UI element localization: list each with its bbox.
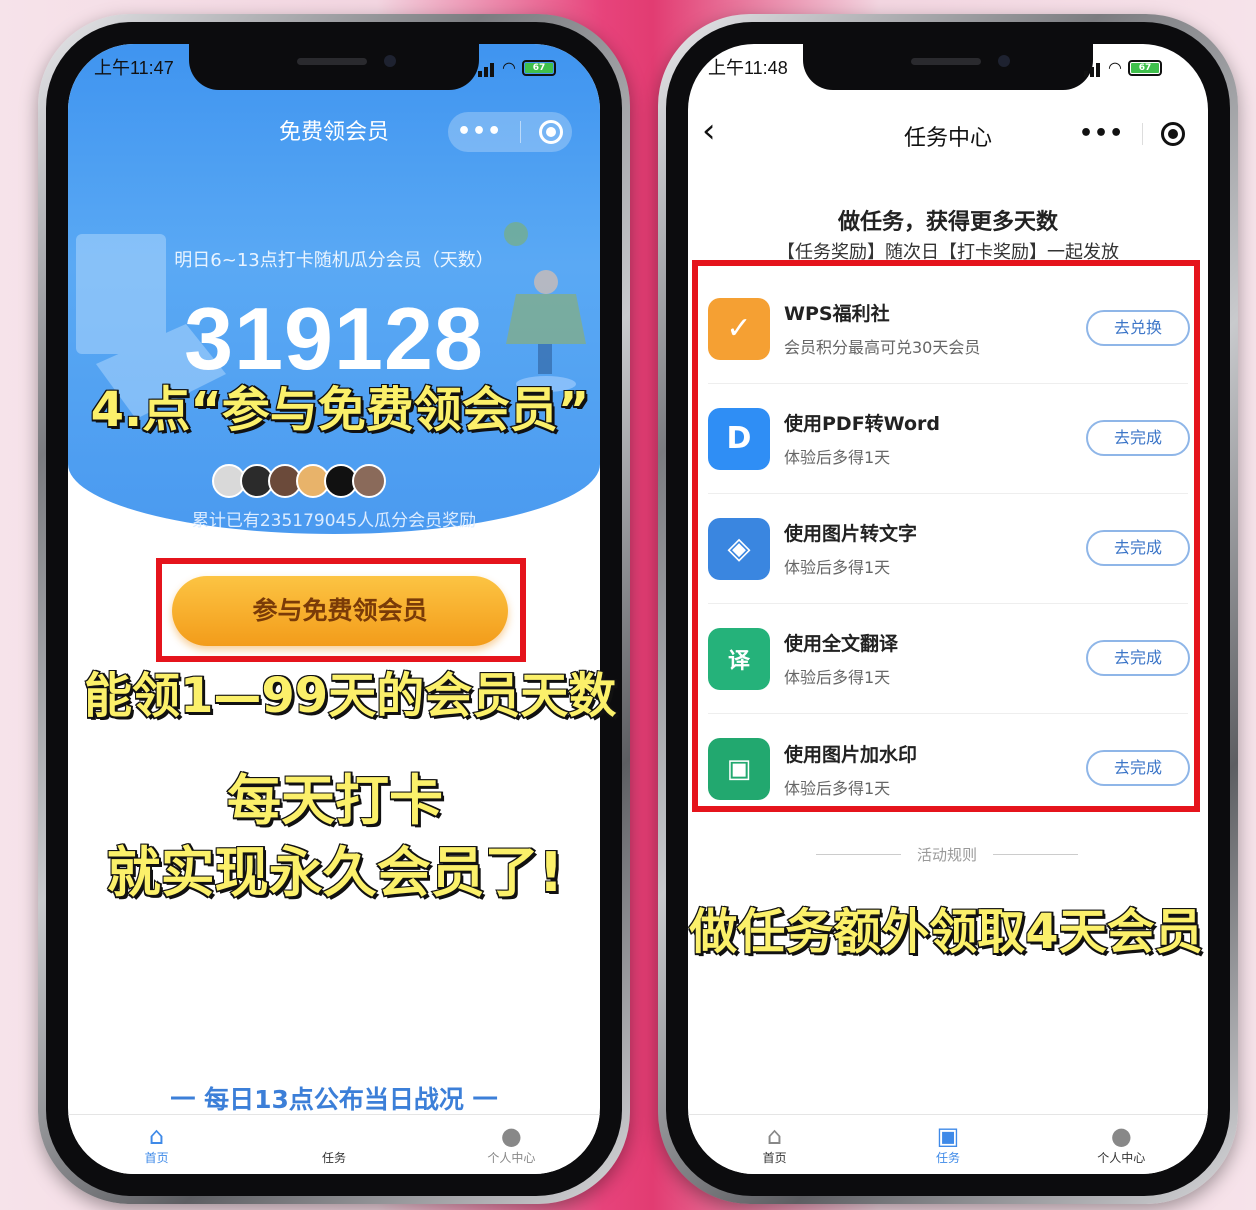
tab-home[interactable]: ⌂ 首页 (69, 1115, 245, 1174)
left-notch (189, 44, 479, 90)
wifi-icon: ◠ (502, 58, 516, 77)
watermark-icon: ▣ (708, 738, 770, 800)
task-item-pdf: D 使用PDF转Word 体验后多得1天 去完成 (708, 384, 1190, 494)
caption-days: 能领1—99天的会员天数 (83, 667, 617, 725)
home-icon: ⌂ (149, 1122, 165, 1150)
tab-task[interactable]: ▣ 任务 (862, 1115, 1034, 1174)
right-tab-bar: ⌂ 首页 ▣ 任务 ● 个人中心 (688, 1114, 1208, 1174)
calendar-check-icon: ▣ (936, 1122, 960, 1150)
rules-divider: 活动规则 (816, 844, 1079, 865)
pdf-word-icon: D (708, 407, 770, 470)
task-item-translate: 译 使用全文翻译 体验后多得1天 去完成 (708, 604, 1190, 714)
tab-home-label: 首页 (144, 1151, 169, 1165)
tab-profile-label: 个人中心 (487, 1151, 536, 1165)
tab-profile[interactable]: ● 个人中心 (424, 1115, 600, 1174)
join-button-label: 参与免费领会员 (252, 596, 428, 625)
mini-program-capsule[interactable]: ••• (448, 112, 572, 152)
avatar (352, 464, 386, 498)
tab-task-label: 任务 (321, 1151, 346, 1165)
more-icon[interactable]: ••• (1079, 123, 1124, 145)
checkin-notice: 明日6~13点打卡随机瓜分会员（天数） (174, 250, 494, 271)
task-item-watermark: ▣ 使用图片加水印 体验后多得1天 去完成 (708, 714, 1190, 824)
right-status-icons: ◠ 67 (1084, 58, 1162, 77)
task-subtitle: 体验后多得1天 (784, 778, 891, 798)
task-title: 使用图片转文字 (784, 523, 918, 545)
home-icon: ⌂ (767, 1122, 783, 1150)
signal-icon (1084, 58, 1102, 77)
task-subtitle: 体验后多得1天 (784, 558, 891, 577)
task-title: 使用全文翻译 (784, 633, 899, 655)
translate-icon: 译 (708, 627, 770, 690)
caption-step: 4.点“参与免费领会员” (90, 381, 591, 439)
right-notch (803, 44, 1093, 90)
right-status-time: 上午11:48 (708, 58, 788, 78)
task-item-wps: ✓ WPS福利社 会员积分最高可兑30天会员 去兑换 (708, 274, 1190, 384)
user-icon: ● (1110, 1122, 1132, 1150)
participants-count: 累计已有235179045人瓜分会员奖励 (191, 511, 477, 531)
complete-button[interactable]: 去完成 (1086, 530, 1190, 566)
tab-task-label: 任务 (935, 1151, 960, 1165)
mini-program-capsule[interactable]: ••• (1070, 114, 1194, 154)
tab-profile-label: 个人中心 (1097, 1151, 1146, 1165)
daily-report-link[interactable]: 一 每日13点公布当日战况 一 (68, 1080, 600, 1116)
right-phone-bezel: 上午11:48 ◠ 67 ‹ 任务中心 ••• 做任务，获得更多天数 【任务奖励… (666, 22, 1230, 1196)
left-phone-bezel: 上午11:47 ◠ 67 免费领会员 ••• 明日6~13点打卡随机瓜分会员（天… (46, 22, 622, 1196)
task-title: 使用图片加水印 (784, 743, 918, 766)
left-tab-bar: ⌂ 首页 ▢ 任务 ● 个人中心 (68, 1114, 600, 1174)
join-free-member-button[interactable]: 参与免费领会员 (172, 576, 508, 646)
gift-icon: ✓ (708, 297, 770, 360)
wifi-icon: ◠ (1108, 58, 1122, 77)
battery-icon: 67 (1127, 59, 1162, 76)
image-text-icon: ◈ (708, 517, 770, 580)
more-icon[interactable]: ••• (457, 121, 502, 143)
close-capsule-icon[interactable] (1161, 122, 1186, 146)
tab-home[interactable]: ⌂ 首页 (689, 1115, 861, 1174)
left-status-icons: ◠ 67 (478, 58, 556, 77)
task-subtitle: 体验后多得1天 (784, 448, 891, 467)
signal-icon (478, 58, 496, 77)
left-status-time: 上午11:47 (94, 58, 174, 78)
task-subtitle: 体验后多得1天 (784, 668, 891, 687)
battery-icon: 67 (521, 59, 556, 76)
tab-home-label: 首页 (762, 1151, 787, 1165)
tab-task[interactable]: ▢ 任务 (246, 1115, 422, 1174)
left-phone: 上午11:47 ◠ 67 免费领会员 ••• 明日6~13点打卡随机瓜分会员（天… (38, 14, 630, 1204)
tab-profile[interactable]: ● 个人中心 (1036, 1115, 1208, 1174)
task-headline: 做任务，获得更多天数 (837, 210, 1058, 235)
task-item-ocr: ◈ 使用图片转文字 体验后多得1天 去完成 (708, 494, 1190, 604)
caption-extra-days: 做任务额外领取4天会员 (688, 903, 1203, 961)
close-capsule-icon[interactable] (539, 120, 564, 144)
caption-daily: 每天打卡 (226, 768, 444, 833)
complete-button[interactable]: 去完成 (1086, 750, 1190, 786)
activity-rules-link[interactable]: 活动规则 (901, 844, 993, 865)
participant-avatars (212, 464, 386, 498)
user-icon: ● (500, 1122, 522, 1150)
right-phone: 上午11:48 ◠ 67 ‹ 任务中心 ••• 做任务，获得更多天数 【任务奖励… (658, 14, 1238, 1204)
task-title: 使用PDF转Word (784, 413, 940, 435)
complete-button[interactable]: 去完成 (1086, 640, 1190, 676)
task-title: WPS福利社 (784, 303, 890, 325)
complete-button[interactable]: 去完成 (1086, 420, 1190, 456)
caption-permanent: 就实现永久会员了! (106, 840, 565, 905)
redeem-button[interactable]: 去兑换 (1086, 310, 1190, 346)
right-screen: 上午11:48 ◠ 67 ‹ 任务中心 ••• 做任务，获得更多天数 【任务奖励… (688, 44, 1208, 1174)
left-screen: 上午11:47 ◠ 67 免费领会员 ••• 明日6~13点打卡随机瓜分会员（天… (68, 44, 600, 1174)
task-subtitle: 会员积分最高可兑30天会员 (784, 338, 981, 357)
